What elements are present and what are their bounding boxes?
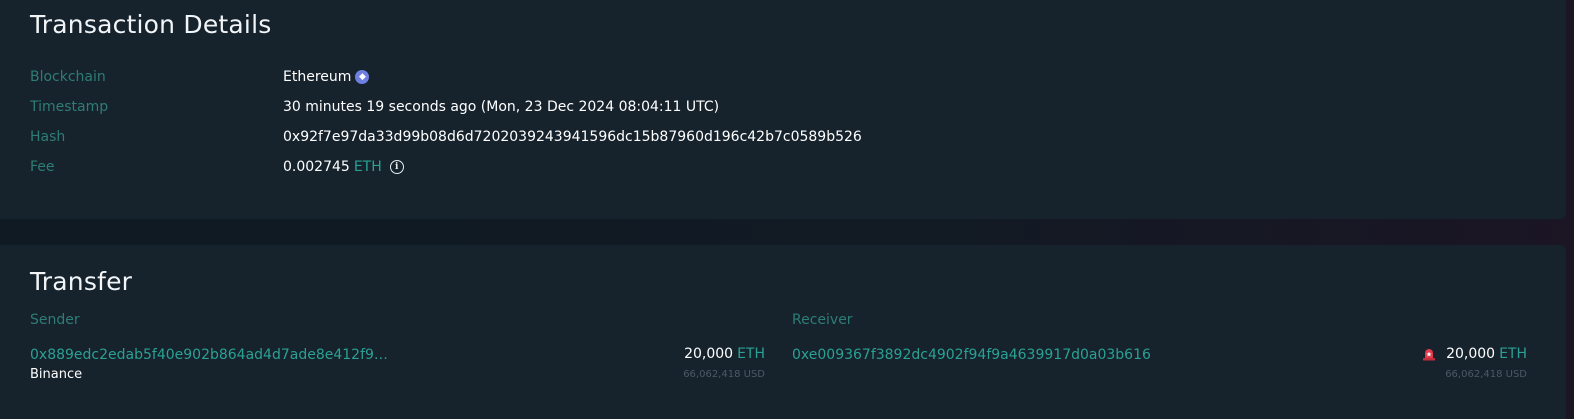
transaction-details-panel: Transaction Details Blockchain Ethereum … — [0, 0, 1566, 219]
timestamp-value: 30 minutes 19 seconds ago (Mon, 23 Dec 2… — [283, 99, 720, 115]
blockchain-label: Blockchain — [30, 69, 106, 85]
receiver-address-link[interactable]: 0xe009367f3892dc4902f94f9a4639917d0a03b6… — [792, 347, 1151, 363]
sender-address-link[interactable]: 0x889edc2edab5f40e902b864ad4d7ade8e412f9… — [30, 347, 388, 363]
section-title: Transfer — [30, 267, 133, 296]
fee-value-wrap: 0.002745 ETH i — [283, 159, 404, 175]
fee-unit: ETH — [353, 159, 382, 175]
timestamp-label: Timestamp — [30, 99, 109, 115]
receiver-header: Receiver — [792, 312, 853, 328]
fee-amount: 0.002745 — [283, 159, 350, 175]
timestamp-row: Timestamp 30 minutes 19 seconds ago (Mon… — [30, 99, 1230, 119]
sender-header: Sender — [30, 312, 80, 328]
hash-link[interactable]: 0x92f7e97da33d99b08d6d7202039243941596dc… — [283, 129, 862, 145]
sender-amount-unit: ETH — [737, 346, 765, 362]
blockchain-value-wrap: Ethereum ◆ — [283, 69, 370, 85]
transfer-panel: Transfer Sender 0x889edc2edab5f40e902b86… — [0, 245, 1566, 419]
blockchain-value: Ethereum — [283, 69, 352, 85]
fee-label: Fee — [30, 159, 55, 175]
hash-row: Hash 0x92f7e97da33d99b08d6d7202039243941… — [30, 129, 1230, 149]
receiver-usd-value: 66,062,418 USD — [1445, 369, 1527, 380]
receiver-amount: 20,000 ETH — [1422, 346, 1527, 362]
alert-siren-icon — [1423, 349, 1436, 361]
sender-amount: 20,000 ETH — [684, 346, 765, 362]
receiver-amount-value: 20,000 — [1446, 346, 1496, 362]
ethereum-icon: ◆ — [355, 70, 370, 84]
section-title: Transaction Details — [30, 10, 272, 39]
sender-usd-value: 66,062,418 USD — [683, 369, 765, 380]
info-icon[interactable]: i — [389, 160, 404, 174]
fee-row: Fee 0.002745 ETH i — [30, 159, 1230, 179]
receiver-amount-unit: ETH — [1499, 346, 1527, 362]
hash-label: Hash — [30, 129, 66, 145]
blockchain-row: Blockchain Ethereum ◆ — [30, 69, 1230, 89]
sender-amount-value: 20,000 — [684, 346, 734, 362]
sender-entity[interactable]: Binance — [30, 367, 82, 382]
